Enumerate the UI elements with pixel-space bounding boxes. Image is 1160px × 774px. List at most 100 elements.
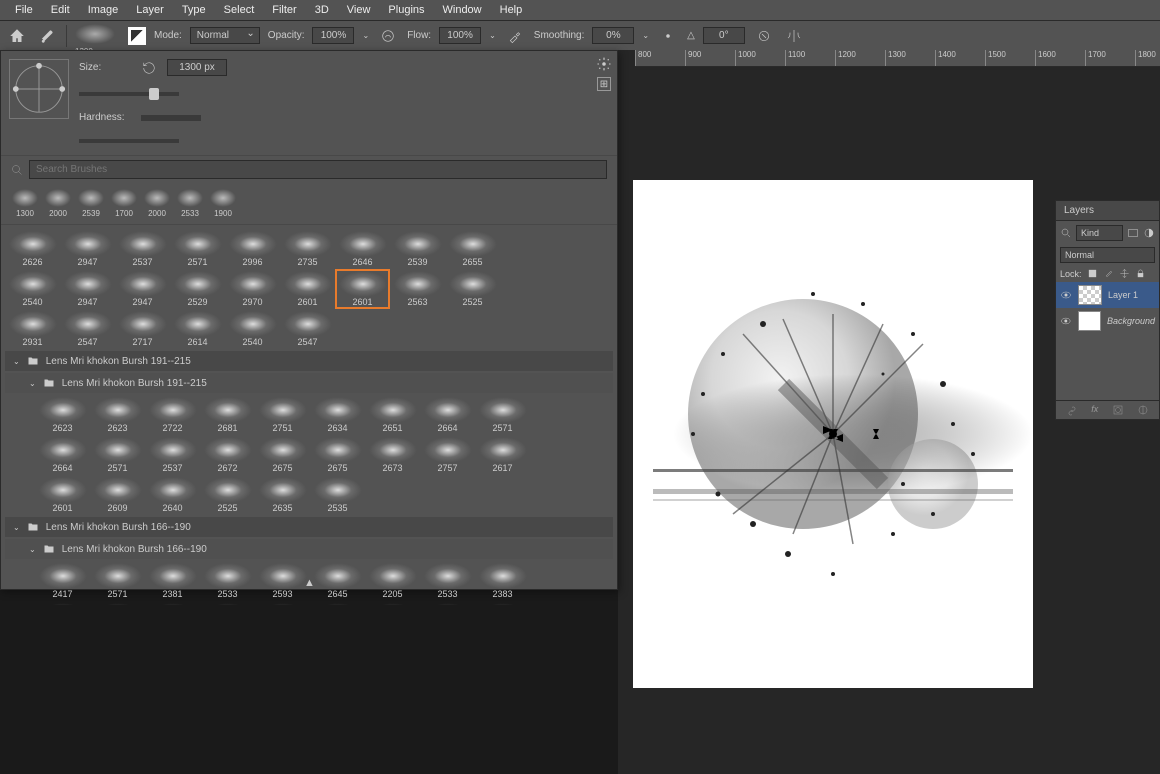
brush-preset[interactable]: 2947 — [115, 269, 170, 309]
brush-preset[interactable]: 2672 — [200, 435, 255, 475]
brush-preset[interactable]: 2655 — [445, 229, 500, 269]
brush-angle-preview[interactable] — [9, 59, 69, 119]
brush-preset[interactable] — [420, 601, 475, 605]
swatch-toggle-icon[interactable] — [128, 27, 146, 45]
recent-brush[interactable]: 2539 — [77, 189, 105, 218]
brush-preset[interactable]: 2571 — [90, 561, 145, 601]
brush-preset[interactable]: 2947 — [60, 229, 115, 269]
brush-preset[interactable]: 2996 — [225, 229, 280, 269]
brush-preset[interactable]: 2664 — [35, 435, 90, 475]
angle-input[interactable]: 0° — [703, 27, 745, 44]
recent-brush[interactable]: 2000 — [44, 189, 72, 218]
brush-preset[interactable]: 2571 — [170, 229, 225, 269]
brush-preset[interactable]: 2563 — [390, 269, 445, 309]
brush-preset[interactable]: 2539 — [390, 229, 445, 269]
brush-preset[interactable]: 2593 — [255, 561, 310, 601]
brush-preset[interactable]: 2547 — [60, 309, 115, 349]
brush-preset[interactable] — [35, 601, 90, 605]
brush-preset[interactable]: 2525 — [200, 475, 255, 515]
filter-adjust-icon[interactable] — [1143, 227, 1155, 239]
menu-view[interactable]: View — [338, 4, 380, 16]
brush-preset[interactable]: 2529 — [170, 269, 225, 309]
brush-preset[interactable]: 2540 — [225, 309, 280, 349]
brush-preset[interactable]: 2970 — [225, 269, 280, 309]
brush-preset[interactable]: 2537 — [145, 435, 200, 475]
filter-image-icon[interactable] — [1127, 227, 1139, 239]
mode-dropdown[interactable]: Normal — [190, 27, 260, 44]
menu-filter[interactable]: Filter — [263, 4, 305, 16]
brush-preset[interactable] — [145, 601, 200, 605]
brush-preset[interactable]: 2537 — [115, 229, 170, 269]
panel-resize-handle[interactable]: ▲ — [304, 577, 314, 587]
brush-preset[interactable]: 2722 — [145, 395, 200, 435]
lock-all-icon[interactable] — [1135, 268, 1146, 279]
brush-preset[interactable]: 2205 — [365, 561, 420, 601]
opacity-pressure-icon[interactable] — [377, 25, 399, 47]
new-brush-icon[interactable]: ⊞ — [597, 77, 611, 91]
brush-preset[interactable]: 2717 — [115, 309, 170, 349]
recent-brush[interactable]: 1900 — [209, 189, 237, 218]
brush-preset[interactable]: 2614 — [170, 309, 225, 349]
search-brushes-input[interactable] — [29, 160, 607, 179]
brush-preset[interactable]: 2601 — [335, 269, 390, 309]
visibility-icon[interactable] — [1060, 315, 1072, 327]
brush-preset[interactable]: 2626 — [5, 229, 60, 269]
brush-preset[interactable]: 2601 — [35, 475, 90, 515]
pressure-size-icon[interactable] — [753, 25, 775, 47]
menu-help[interactable]: Help — [491, 4, 532, 16]
menu-file[interactable]: File — [6, 4, 42, 16]
brush-preset[interactable]: 2947 — [60, 269, 115, 309]
size-slider[interactable] — [79, 88, 179, 100]
brush-preset[interactable]: 2635 — [255, 475, 310, 515]
opacity-input[interactable]: 100% — [312, 27, 354, 44]
lock-trans-icon[interactable] — [1087, 268, 1098, 279]
folder-header[interactable]: ⌄Lens Mri khokon Bursh 166--190 — [5, 517, 613, 537]
lock-move-icon[interactable] — [1119, 268, 1130, 279]
brush-preset[interactable]: 2547 — [280, 309, 335, 349]
brush-preset[interactable]: 2535 — [310, 475, 365, 515]
brush-preset[interactable] — [475, 601, 530, 605]
brush-preset[interactable]: 2634 — [310, 395, 365, 435]
brush-preset[interactable] — [310, 601, 365, 605]
layers-tab[interactable]: Layers — [1056, 201, 1159, 221]
fx-icon[interactable]: fx — [1091, 404, 1098, 416]
symmetry-icon[interactable] — [783, 25, 805, 47]
brush-preset[interactable]: 2931 — [5, 309, 60, 349]
brush-preset[interactable]: 2645 — [310, 561, 365, 601]
smoothing-gear-icon[interactable] — [657, 25, 679, 47]
brush-preset[interactable]: 2757 — [420, 435, 475, 475]
menu-3d[interactable]: 3D — [306, 4, 338, 16]
smoothing-input[interactable]: 0% — [592, 27, 634, 44]
blend-mode-dropdown[interactable]: Normal — [1060, 247, 1155, 263]
brush-preset[interactable] — [90, 601, 145, 605]
brush-preset[interactable]: 2571 — [90, 435, 145, 475]
recent-brush[interactable]: 2000 — [143, 189, 171, 218]
link-icon[interactable] — [1066, 404, 1078, 416]
brush-preset[interactable]: 2533 — [420, 561, 475, 601]
canvas[interactable] — [633, 180, 1033, 688]
recent-brush[interactable]: 2533 — [176, 189, 204, 218]
brush-preset[interactable]: 2675 — [255, 435, 310, 475]
brush-preset[interactable]: 2381 — [145, 561, 200, 601]
brush-preset[interactable]: 2735 — [280, 229, 335, 269]
subfolder-header[interactable]: ⌄Lens Mri khokon Bursh 166--190 — [5, 539, 613, 559]
menu-plugins[interactable]: Plugins — [379, 4, 433, 16]
brush-preset[interactable] — [365, 601, 420, 605]
folder-header[interactable]: ⌄Lens Mri khokon Bursh 191--215 — [5, 351, 613, 371]
filter-kind-dropdown[interactable]: Kind — [1076, 225, 1123, 241]
brush-preset[interactable]: 2609 — [90, 475, 145, 515]
visibility-icon[interactable] — [1060, 289, 1072, 301]
recent-brush[interactable]: 1300 — [11, 189, 39, 218]
menu-window[interactable]: Window — [434, 4, 491, 16]
brush-preset[interactable]: 2675 — [310, 435, 365, 475]
brush-preset[interactable]: 2540 — [5, 269, 60, 309]
brush-preset[interactable]: 2640 — [145, 475, 200, 515]
brush-preset[interactable]: 2681 — [200, 395, 255, 435]
brush-preset[interactable]: 2417 — [35, 561, 90, 601]
brush-preset[interactable]: 2751 — [255, 395, 310, 435]
brush-preset[interactable]: 2673 — [365, 435, 420, 475]
recent-brush[interactable]: 1700 — [110, 189, 138, 218]
menu-edit[interactable]: Edit — [42, 4, 79, 16]
adjust-layer-icon[interactable] — [1137, 404, 1149, 416]
lock-paint-icon[interactable] — [1103, 268, 1114, 279]
